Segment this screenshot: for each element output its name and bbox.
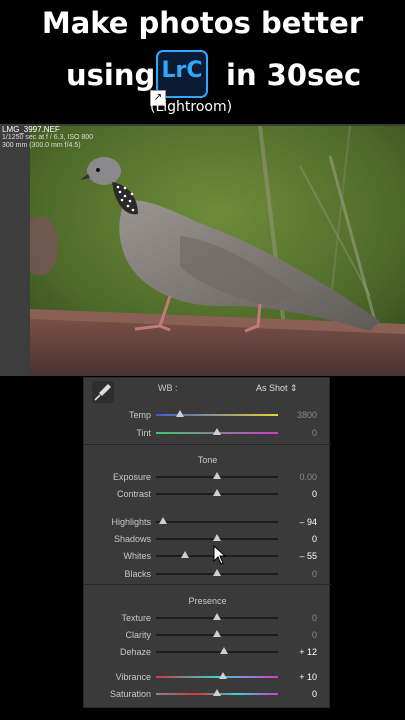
whites-value[interactable]: – 55 [299, 551, 317, 561]
saturation-label: Saturation [109, 689, 151, 699]
vibrance-label: Vibrance [115, 672, 151, 682]
tint-value[interactable]: 0 [312, 428, 317, 438]
whites-slider-row: Whites – 55 [84, 549, 331, 563]
exposure-value[interactable]: 0.00 [299, 472, 317, 482]
whites-slider-thumb[interactable] [181, 551, 190, 558]
contrast-slider-thumb[interactable] [213, 489, 221, 496]
contrast-slider-row: Contrast 0 [84, 487, 331, 501]
headline-word-using: using [66, 58, 156, 92]
texture-slider-thumb[interactable] [213, 613, 221, 620]
saturation-value[interactable]: 0 [312, 689, 317, 699]
exposure-label: Exposure [112, 472, 151, 482]
bird-photo [30, 126, 405, 376]
highlights-slider-track[interactable] [156, 521, 278, 523]
photo-filename: LMG_3997.NEF [2, 125, 60, 134]
texture-slider-row: Texture 0 [84, 611, 331, 625]
dehaze-slider-thumb[interactable] [220, 647, 229, 654]
temp-value[interactable]: 3800 [297, 410, 317, 420]
dehaze-slider-row: Dehaze + 12 [84, 645, 331, 659]
shadows-value[interactable]: 0 [312, 534, 317, 544]
vibrance-slider-thumb[interactable] [219, 672, 228, 679]
clarity-slider-thumb[interactable] [213, 630, 221, 637]
tint-label: Tint [136, 428, 151, 438]
lightroom-classic-icon: LrC ↗ [150, 50, 208, 106]
mouse-cursor-icon [213, 545, 227, 565]
headline-word-time: in 30sec [226, 58, 362, 92]
dehaze-label: Dehaze [119, 647, 151, 657]
app-name-subtitle: (Lightroom) [150, 99, 233, 115]
highlights-value[interactable]: – 94 [299, 517, 317, 527]
highlights-slider-row: Highlights – 94 [84, 515, 331, 529]
clarity-value[interactable]: 0 [312, 630, 317, 640]
tint-slider-thumb[interactable] [213, 428, 221, 435]
blacks-label: Blacks [124, 569, 151, 579]
white-balance-eyedropper-icon[interactable] [92, 381, 114, 403]
clarity-label: Clarity [125, 630, 151, 640]
white-balance-select[interactable]: As Shot ⇕ [256, 383, 298, 394]
photo-preview[interactable]: LMG_3997.NEF 1/1250 sec at f / 6.3, ISO … [0, 124, 405, 376]
exposure-slider-thumb[interactable] [213, 472, 221, 479]
temp-label: Temp [128, 410, 151, 420]
temp-slider-row: Temp 3800 [84, 408, 331, 422]
exposure-slider-row: Exposure 0.00 [84, 470, 331, 484]
blacks-value[interactable]: 0 [312, 569, 317, 579]
dehaze-value[interactable]: + 12 [299, 647, 317, 657]
headline-line1: Make photos better [41, 6, 364, 40]
highlights-label: Highlights [111, 517, 151, 527]
highlights-slider-thumb[interactable] [159, 517, 168, 524]
presence-section-header: Presence [188, 596, 227, 606]
vibrance-slider-track[interactable] [156, 676, 278, 678]
temp-slider-track[interactable] [156, 414, 278, 416]
shadows-label: Shadows [113, 534, 151, 544]
contrast-label: Contrast [116, 489, 151, 499]
clarity-slider-row: Clarity 0 [84, 628, 331, 642]
contrast-value[interactable]: 0 [312, 489, 317, 499]
blacks-slider-thumb[interactable] [213, 569, 221, 576]
saturation-slider-thumb[interactable] [213, 689, 221, 696]
photo-exposure-info: 1/1250 sec at f / 6.3, ISO 800 [2, 134, 94, 141]
panel-divider [84, 444, 331, 445]
vibrance-slider-row: Vibrance + 10 [84, 670, 331, 684]
tone-section-header: Tone [197, 455, 218, 465]
basic-develop-panel: WB : As Shot ⇕ Tone Presence Temp 3800 Tin… [83, 377, 331, 708]
white-balance-label: WB : [158, 383, 178, 393]
whites-label: Whites [123, 551, 151, 561]
dehaze-slider-track[interactable] [156, 651, 278, 653]
panel-divider [84, 584, 331, 585]
lightroom-icon-text: LrC [161, 58, 203, 83]
texture-label: Texture [121, 613, 151, 623]
photo-lens-info: 300 mm (300.0 mm f/4.5) [2, 142, 81, 149]
texture-value[interactable]: 0 [312, 613, 317, 623]
tint-slider-row: Tint 0 [84, 426, 331, 440]
shadows-slider-thumb[interactable] [213, 534, 221, 541]
photo-info-overlay: LMG_3997.NEF 1/1250 sec at f / 6.3, ISO … [2, 126, 93, 150]
temp-slider-thumb[interactable] [176, 410, 185, 417]
vibrance-value[interactable]: + 10 [299, 672, 317, 682]
blacks-slider-row: Blacks 0 [84, 567, 331, 581]
shadows-slider-row: Shadows 0 [84, 532, 331, 546]
saturation-slider-row: Saturation 0 [84, 687, 331, 701]
